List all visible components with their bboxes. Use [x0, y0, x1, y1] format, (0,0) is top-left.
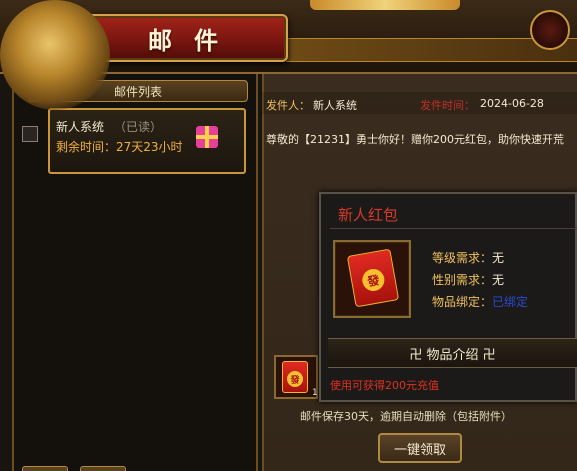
red-envelope-glyph: 發: [287, 371, 303, 387]
mail-retention-note: 邮件保存30天，逾期自动删除（包括附件）: [300, 410, 512, 423]
level-requirement-value: 无: [492, 251, 505, 265]
item-intro-header: 卍 物品介绍 卍: [328, 338, 577, 368]
send-time-value: 2024-06-28: [480, 97, 544, 110]
red-envelope-icon: 發: [282, 361, 308, 393]
level-requirement-label: 等级需求：: [432, 251, 493, 265]
bind-status-label: 物品绑定：: [432, 295, 493, 309]
sender-label: 发件人：: [266, 99, 310, 112]
bind-status-value: 已绑定: [492, 295, 529, 309]
attachment-count: 1: [312, 388, 318, 398]
gift-box-icon: [196, 126, 218, 148]
red-envelope-large-icon: 發: [346, 248, 400, 308]
gender-requirement-label: 性别需求：: [432, 273, 493, 287]
item-intro-title: 卍 物品介绍 卍: [409, 347, 496, 363]
gender-requirement-value: 无: [492, 273, 505, 287]
sender-value: 新人系统: [313, 99, 357, 112]
claim-all-button-label: 一键领取: [393, 442, 446, 458]
mail-item-sender: 新人系统: [56, 120, 105, 134]
top-ornament: [310, 0, 460, 10]
tooltip-item-name: 新人红包: [338, 206, 399, 224]
mail-item-read-status: （已读）: [114, 120, 163, 134]
red-envelope-large-glyph: 發: [360, 267, 387, 293]
close-icon[interactable]: [530, 10, 570, 50]
left-bottom-button[interactable]: [22, 466, 68, 471]
tooltip-divider: [330, 228, 577, 229]
mail-item-remaining-time: 剩余时间：27天23小时: [56, 140, 183, 154]
left-bottom-buttons: [22, 463, 252, 471]
mail-list-item[interactable]: 新人系统 （已读） 剩余时间：27天23小时: [48, 108, 246, 174]
send-time-label: 发件时间：: [420, 99, 475, 112]
window-title: 邮件: [148, 26, 240, 55]
mail-list-title-text: 邮件列表: [113, 84, 162, 99]
left-bottom-button[interactable]: [80, 466, 126, 471]
dragon-ornament-icon: [0, 0, 110, 110]
claim-all-button[interactable]: 一键领取: [378, 433, 462, 463]
item-description: 使用可获得200元充值: [330, 379, 439, 392]
mail-body-text: 尊敬的【21231】勇士你好！赠你200元红包，助你快速开荒: [266, 133, 564, 146]
mail-select-checkbox[interactable]: [22, 126, 38, 142]
